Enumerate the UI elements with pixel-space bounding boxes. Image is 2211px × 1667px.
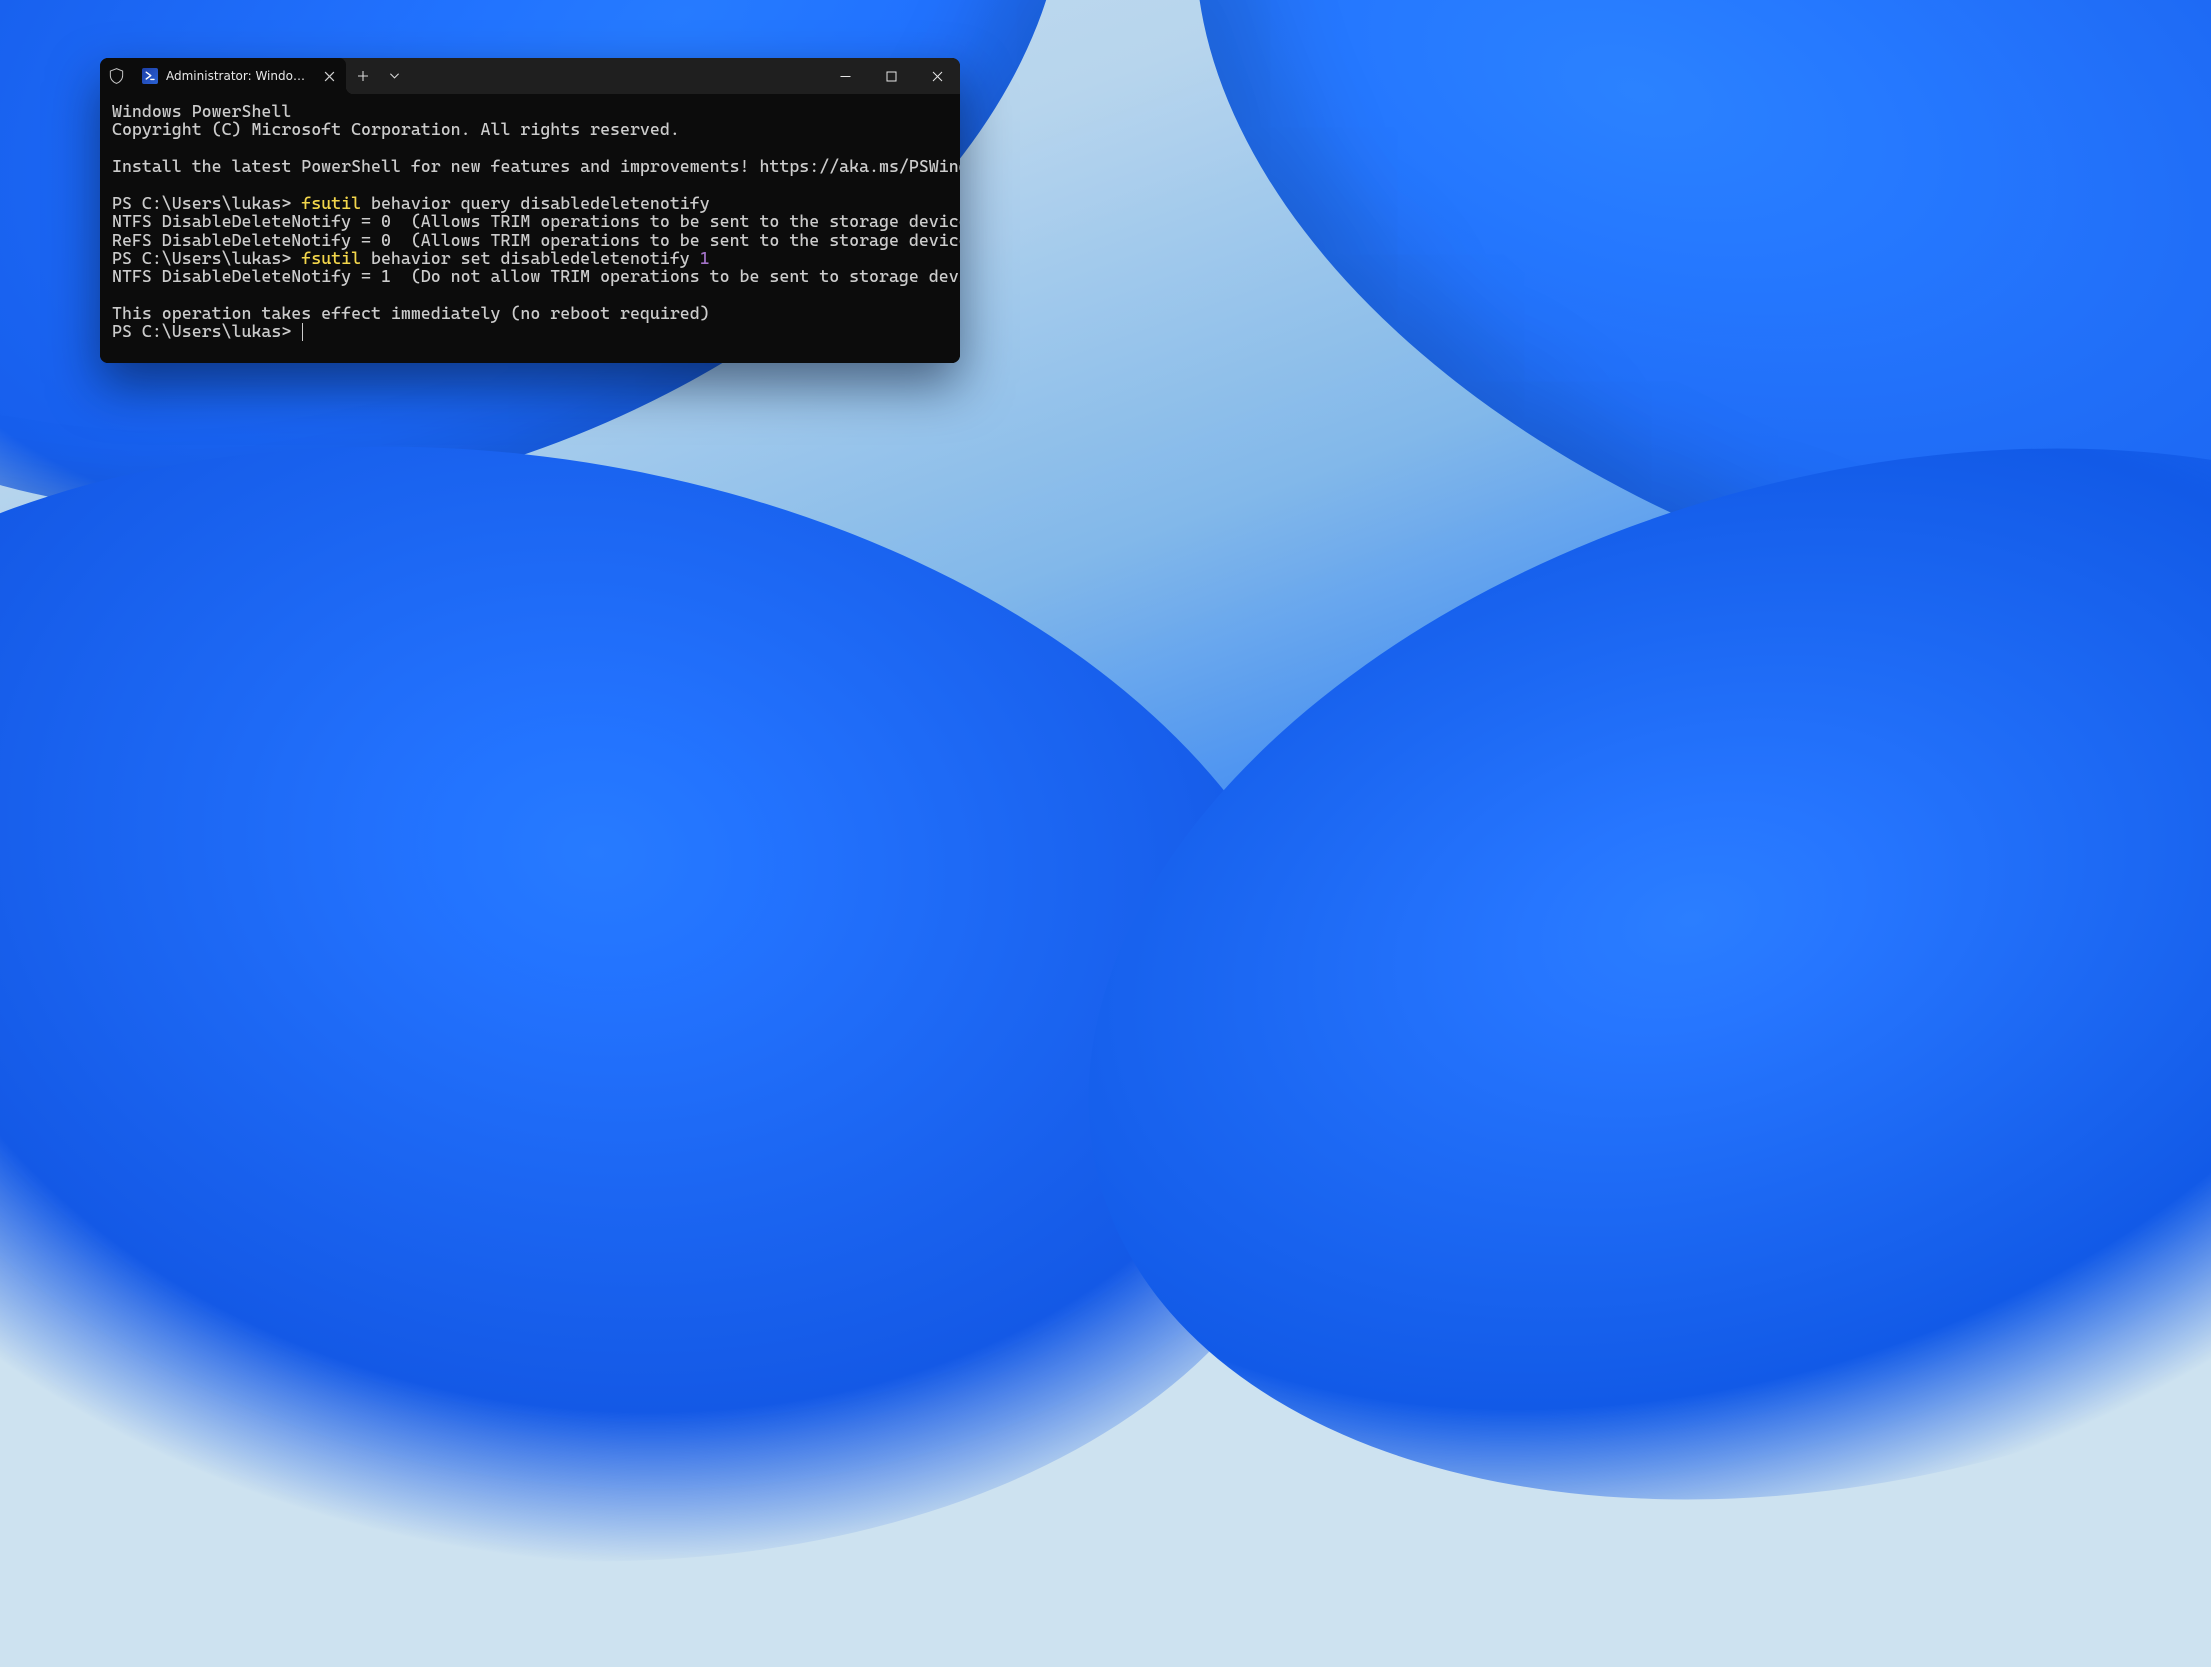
terminal-viewport[interactable]: Windows PowerShell Copyright (C) Microso…: [100, 94, 960, 363]
maximize-button[interactable]: [868, 58, 914, 94]
new-tab-button[interactable]: [346, 58, 380, 94]
terminal-window: Administrator: Windows PowerShell: [100, 58, 960, 363]
titlebar-drag-region[interactable]: [408, 58, 822, 94]
terminal-line: ReFS DisableDeleteNotify = 0 (Allows TRI…: [112, 230, 960, 250]
title-bar[interactable]: Administrator: Windows PowerShell: [100, 58, 960, 94]
minimize-button[interactable]: [822, 58, 868, 94]
cmd-number: 1: [700, 248, 710, 268]
terminal-line: NTFS DisableDeleteNotify = 1 (Do not all…: [112, 266, 960, 286]
tab-close-button[interactable]: [320, 67, 338, 85]
tab-strip: Administrator: Windows PowerShell: [100, 58, 346, 94]
text-cursor: [302, 323, 303, 341]
prompt: PS C:\Users\lukas>: [112, 248, 301, 268]
title-actions: [346, 58, 408, 94]
window-close-button[interactable]: [914, 58, 960, 94]
cmd-keyword: fsutil: [301, 193, 361, 213]
tab-title: Administrator: Windows PowerShell: [166, 69, 312, 83]
cmd-keyword: fsutil: [301, 248, 361, 268]
terminal-line: This operation takes effect immediately …: [112, 303, 710, 323]
admin-shield-slot: [100, 58, 132, 94]
chevron-down-icon: [389, 72, 400, 80]
close-icon: [324, 71, 335, 82]
new-tab-dropdown[interactable]: [380, 58, 408, 94]
cmd-args: behavior set disabledeletenotify: [361, 248, 700, 268]
prompt: PS C:\Users\lukas>: [112, 321, 301, 341]
close-icon: [932, 71, 943, 82]
maximize-icon: [886, 71, 897, 82]
terminal-line: NTFS DisableDeleteNotify = 0 (Allows TRI…: [112, 211, 960, 231]
terminal-line: Windows PowerShell: [112, 101, 291, 121]
plus-icon: [357, 70, 369, 82]
minimize-icon: [840, 71, 851, 82]
wallpaper-petal: [969, 284, 2211, 1664]
terminal-line: Install the latest PowerShell for new fe…: [112, 156, 960, 176]
window-controls: [822, 58, 960, 94]
tab-powershell[interactable]: Administrator: Windows PowerShell: [132, 58, 346, 94]
cmd-args: behavior query disabledeletenotify: [361, 193, 710, 213]
shield-icon: [109, 68, 124, 84]
powershell-icon: [142, 68, 158, 84]
terminal-line: Copyright (C) Microsoft Corporation. All…: [112, 119, 680, 139]
prompt: PS C:\Users\lukas>: [112, 193, 301, 213]
